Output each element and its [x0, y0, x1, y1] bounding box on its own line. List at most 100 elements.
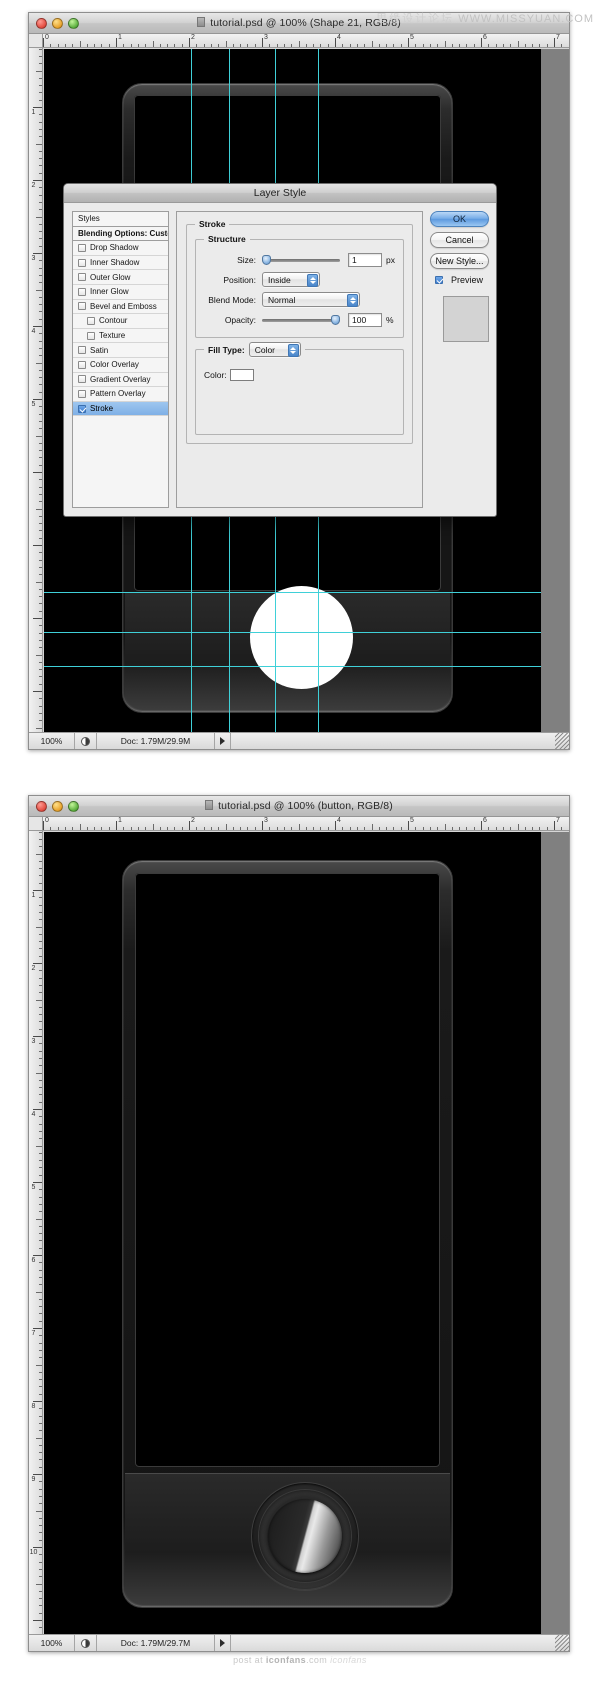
- ruler-tick: [39, 1422, 42, 1424]
- ruler-tick: [39, 1539, 42, 1541]
- window2-resize-grip[interactable]: [555, 1635, 569, 1651]
- ruler-label: 3: [31, 1038, 36, 1045]
- ruler-tick: [101, 44, 103, 47]
- ruler-tick: [137, 827, 139, 830]
- ruler-tick: [39, 838, 42, 840]
- size-input[interactable]: 1: [348, 252, 382, 267]
- window2-vertical-ruler[interactable]: 012345678910: [29, 817, 43, 1634]
- ruler-tick: [39, 501, 42, 503]
- minimize-button-icon[interactable]: [52, 18, 63, 29]
- ruler-tick: [415, 827, 417, 830]
- window2-document-canvas[interactable]: [44, 832, 541, 1634]
- blend-mode-stepper-icon[interactable]: [347, 294, 358, 307]
- blend-mode-select[interactable]: Normal: [262, 292, 360, 307]
- close-button-icon[interactable]: [36, 801, 47, 812]
- minimize-button-icon[interactable]: [52, 801, 63, 812]
- effect-item-color-overlay[interactable]: Color Overlay: [73, 358, 168, 373]
- guide-horizontal[interactable]: [44, 666, 541, 667]
- effect-checkbox[interactable]: [78, 389, 86, 398]
- window2-titlebar[interactable]: tutorial.psd @ 100% (button, RGB/8): [29, 796, 569, 817]
- effect-checkbox[interactable]: [78, 302, 86, 311]
- opacity-slider[interactable]: [262, 314, 340, 326]
- stroke-color-swatch[interactable]: [230, 368, 254, 381]
- ruler-tick: [393, 827, 395, 830]
- effect-checkbox[interactable]: [78, 360, 86, 369]
- window2-canvas-area[interactable]: [44, 832, 569, 1634]
- effect-label: Color Overlay: [90, 360, 139, 370]
- photoshop-window-2[interactable]: tutorial.psd @ 100% (button, RGB/8) 0 1 2 3…: [28, 795, 570, 1652]
- effect-checkbox[interactable]: [78, 375, 86, 384]
- effect-item-inner-glow[interactable]: Inner Glow: [73, 285, 168, 300]
- window2-traffic-lights[interactable]: [36, 801, 79, 812]
- effect-checkbox[interactable]: [78, 287, 86, 296]
- effects-list[interactable]: Styles Blending Options: Custom Drop Sha…: [72, 211, 169, 508]
- ruler-tick: [39, 267, 42, 269]
- ruler-tick: [39, 831, 42, 833]
- effect-item-stroke[interactable]: Stroke: [73, 401, 168, 417]
- effect-checkbox[interactable]: [78, 243, 86, 252]
- ruler-tick: [510, 827, 512, 830]
- window1-status-bar[interactable]: 100% Doc: 1.79M/29.9M: [29, 732, 569, 749]
- effect-checkbox[interactable]: [78, 404, 86, 413]
- ruler-tick: [39, 868, 42, 870]
- effect-item-outer-glow[interactable]: Outer Glow: [73, 270, 168, 285]
- position-stepper-icon[interactable]: [307, 274, 318, 287]
- cancel-button[interactable]: Cancel: [429, 232, 489, 248]
- effect-checkbox[interactable]: [87, 331, 95, 340]
- guide-horizontal[interactable]: [44, 632, 541, 633]
- guide-horizontal[interactable]: [44, 592, 541, 593]
- close-button-icon[interactable]: [36, 18, 47, 29]
- zoom-button-icon[interactable]: [68, 18, 79, 29]
- effect-item-gradient-overlay[interactable]: Gradient Overlay: [73, 373, 168, 388]
- home-button-shape[interactable]: [259, 1490, 351, 1582]
- blending-options-item[interactable]: Blending Options: Custom: [73, 227, 168, 242]
- effect-item-bevel-and-emboss[interactable]: Bevel and Emboss: [73, 300, 168, 315]
- styles-list-header[interactable]: Styles: [73, 212, 168, 227]
- effect-checkbox[interactable]: [78, 273, 86, 282]
- window1-vertical-ruler[interactable]: 012345: [29, 34, 43, 732]
- window1-horizontal-ruler[interactable]: 0 1 2 3 4 5 6 7: [43, 34, 569, 48]
- ruler-tick: [130, 44, 132, 47]
- window2-zoom-level[interactable]: 100%: [29, 1635, 75, 1651]
- window1-zoom-level[interactable]: 100%: [29, 733, 75, 749]
- preview-row[interactable]: Preview: [430, 275, 489, 285]
- window2-status-menu-button[interactable]: [215, 1635, 231, 1651]
- effect-item-pattern-overlay[interactable]: Pattern Overlay: [73, 387, 168, 402]
- dialog-title-bar[interactable]: Layer Style: [64, 184, 496, 203]
- window1-status-menu-button[interactable]: [215, 733, 231, 749]
- window1-resize-grip[interactable]: [555, 733, 569, 749]
- size-slider-knob[interactable]: [262, 254, 271, 265]
- opacity-slider-knob[interactable]: [331, 314, 340, 325]
- ruler-tick: [422, 827, 424, 830]
- ruler-tick: [386, 827, 388, 830]
- phone-body-shape: [122, 860, 453, 1608]
- fill-type-select[interactable]: Color: [248, 342, 301, 357]
- effect-label: Gradient Overlay: [90, 374, 151, 384]
- window2-ruler-corner: [29, 817, 43, 831]
- effect-item-texture[interactable]: Texture: [73, 329, 168, 344]
- window1-traffic-lights[interactable]: [36, 18, 79, 29]
- effect-checkbox[interactable]: [87, 316, 95, 325]
- window2-horizontal-ruler[interactable]: 0 1 2 3 4 5 6 7: [43, 817, 569, 831]
- effect-checkbox[interactable]: [78, 258, 86, 267]
- window2-status-bar[interactable]: 100% Doc: 1.79M/29.7M: [29, 1634, 569, 1651]
- opacity-input[interactable]: 100: [348, 312, 382, 327]
- effect-item-inner-shadow[interactable]: Inner Shadow: [73, 256, 168, 271]
- new-style-button[interactable]: New Style...: [429, 253, 489, 269]
- effect-item-drop-shadow[interactable]: Drop Shadow: [73, 241, 168, 256]
- layer-style-dialog[interactable]: Layer Style Styles Blending Options: Cus…: [63, 183, 497, 517]
- ok-button[interactable]: OK: [429, 211, 489, 227]
- zoom-button-icon[interactable]: [68, 801, 79, 812]
- position-select[interactable]: Inside: [262, 272, 320, 287]
- ruler-tick: [116, 38, 117, 47]
- size-slider[interactable]: [262, 254, 340, 266]
- effect-checkbox[interactable]: [78, 346, 86, 355]
- effect-item-contour[interactable]: Contour: [73, 314, 168, 329]
- ruler-tick: [437, 827, 439, 830]
- ruler-tick: [33, 1255, 42, 1256]
- fill-type-stepper-icon[interactable]: [287, 344, 299, 357]
- effect-label: Stroke: [90, 404, 114, 414]
- preview-checkbox[interactable]: [434, 276, 443, 284]
- ruler-tick: [232, 827, 234, 830]
- effect-item-satin[interactable]: Satin: [73, 343, 168, 358]
